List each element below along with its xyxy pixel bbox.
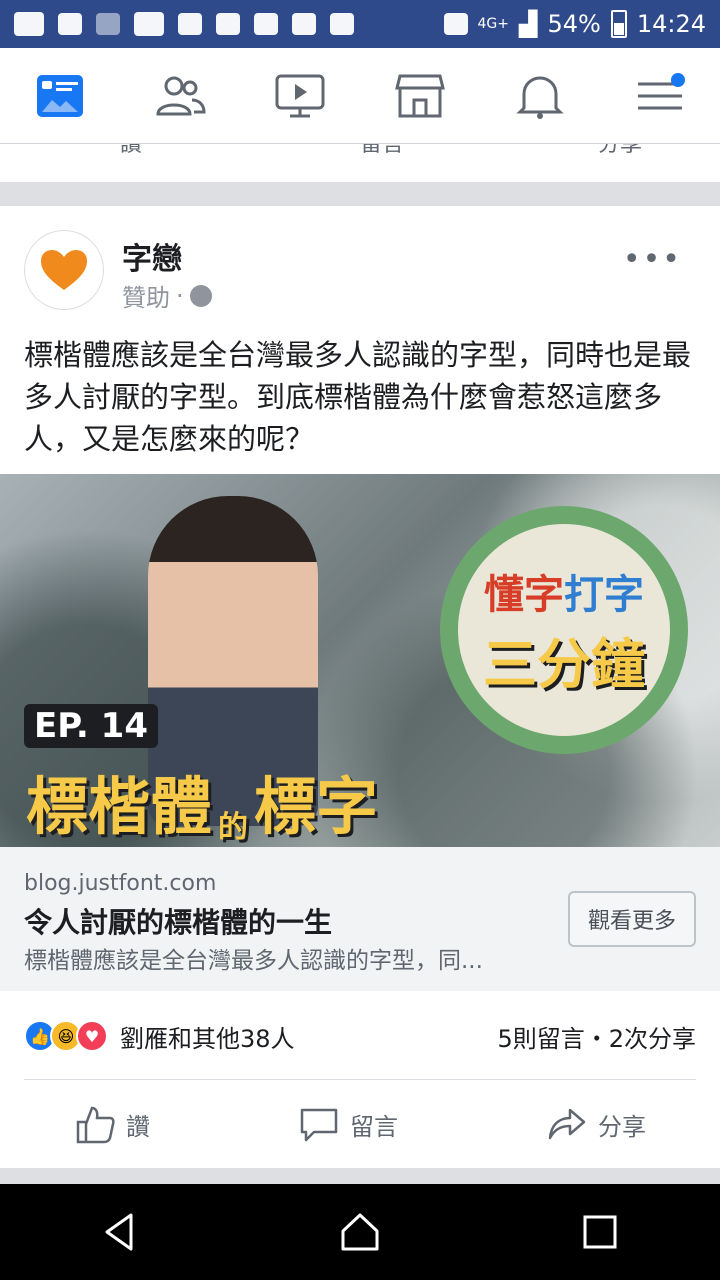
status-bar: 4G+ ▟ 54% 14:24 — [0, 0, 720, 48]
recents-icon[interactable] — [579, 1211, 621, 1253]
reader-icon — [58, 13, 82, 35]
episode-label: EP. 14 — [24, 704, 158, 748]
friends-tab[interactable] — [145, 61, 215, 131]
post-actions: 讚 留言 分享 — [0, 1102, 720, 1146]
post-header: 字戀 贊助 · ••• — [24, 230, 696, 316]
series-badge: 懂字打字 三分鐘 — [440, 506, 688, 754]
globe-icon — [189, 284, 212, 307]
separator-dot: · — [176, 281, 184, 310]
page-name[interactable]: 字戀 — [122, 234, 182, 278]
facebook-nav — [0, 48, 720, 144]
badge-top-red: 懂字 — [484, 571, 564, 618]
sponsored-label[interactable]: 贊助 — [122, 278, 170, 313]
back-icon[interactable] — [99, 1211, 141, 1253]
gallery-icon — [178, 13, 202, 35]
share-button[interactable]: 分享 — [546, 1102, 646, 1146]
share-icon — [548, 1108, 586, 1140]
clock: 14:24 — [636, 10, 706, 38]
android-nav-bar — [0, 1184, 720, 1280]
love-reaction-icon: ♥ — [76, 1020, 108, 1052]
post-text: 標楷體應該是全台灣最多人認識的字型，同時也是最多人討厭的字型。到底標楷體為什麼會… — [24, 338, 692, 456]
nfc-icon — [330, 13, 354, 35]
badge-top-blue: 打字 — [564, 571, 644, 618]
sponsored-post: 字戀 贊助 · ••• 標楷體應該是全台灣最多人認識的字型，同時也是最多人討厭的… — [0, 206, 720, 1168]
news-feed-icon — [37, 74, 83, 117]
link-preview[interactable]: blog.justfont.com 令人討厭的標楷體的一生 標楷體應該是全台灣最… — [0, 847, 720, 991]
reactions-bar[interactable]: 👍 😆 ♥ 劉雁和其他38人 5則留言・2次分享 — [24, 1014, 696, 1058]
page-avatar[interactable] — [24, 230, 104, 310]
like-label: 讚 — [126, 1112, 150, 1141]
friends-icon — [156, 76, 206, 115]
see-more-button[interactable]: 觀看更多 — [568, 891, 696, 947]
download-icon — [254, 13, 278, 35]
video-title-small: 的 — [218, 810, 249, 845]
menu-tab[interactable] — [625, 61, 695, 131]
comment-label: 留言 — [350, 1112, 398, 1141]
reactor-names[interactable]: 劉雁和其他38人 — [120, 1019, 295, 1054]
prev-like-button[interactable]: 讚 — [120, 144, 142, 158]
notifications-tab[interactable] — [505, 61, 575, 131]
ex-icon — [96, 13, 120, 35]
more-options-button[interactable]: ••• — [623, 242, 682, 277]
video-title-part1: 標楷體 — [26, 770, 213, 843]
link-description: 標楷體應該是全台灣最多人認識的字型，同... — [24, 948, 483, 974]
divider — [24, 1079, 696, 1080]
video-title-part2: 標字 — [254, 770, 379, 843]
heart-icon — [41, 250, 87, 290]
prev-comment-button[interactable]: 留言 — [360, 144, 404, 158]
menu-notification-dot — [671, 72, 685, 87]
marketplace-icon — [395, 74, 445, 117]
sponsored-line: 贊助 · — [122, 278, 212, 313]
screen: { "status_bar": { "signal_type": "4G+", … — [0, 0, 720, 1280]
comment-icon — [300, 1108, 338, 1142]
comment-button[interactable]: 留言 — [298, 1102, 398, 1146]
notification-icon — [14, 12, 44, 36]
notification-icons — [14, 12, 354, 36]
badge-top-text: 懂字打字 — [484, 562, 644, 620]
youtube-icon — [134, 12, 164, 36]
news-feed-tab[interactable] — [25, 61, 95, 131]
battery-icon — [610, 10, 627, 38]
home-icon[interactable] — [339, 1211, 381, 1253]
video-title: 標楷體 的 標字 — [26, 756, 378, 846]
marketplace-tab[interactable] — [385, 61, 455, 131]
link-domain: blog.justfont.com — [24, 871, 217, 896]
badge-bottom-text: 三分鐘 — [483, 632, 645, 696]
system-icons: 4G+ ▟ 54% 14:24 — [443, 10, 706, 38]
vibrate-icon — [443, 13, 468, 35]
prev-share-button[interactable]: 分享 — [598, 144, 642, 158]
comment-share-count[interactable]: 5則留言・2次分享 — [497, 1019, 696, 1054]
share-label: 分享 — [598, 1112, 646, 1141]
previous-post-actions: 讚 留言 分享 — [0, 144, 720, 182]
thumbs-up-icon — [76, 1106, 115, 1144]
like-button[interactable]: 讚 — [74, 1102, 150, 1146]
signal-type: 4G+ — [477, 16, 510, 32]
signal-icon: ▟ — [519, 10, 538, 38]
plus-icon — [216, 13, 240, 35]
watch-tab[interactable] — [265, 61, 335, 131]
bell-icon — [516, 75, 564, 119]
post-image[interactable]: 懂字打字 三分鐘 EP. 14 標楷體 的 標字 — [0, 474, 720, 847]
battery-percent: 54% — [547, 10, 601, 38]
link-title: 令人討厭的標楷體的一生 — [24, 906, 333, 939]
twitter-icon — [292, 13, 316, 35]
watch-icon — [275, 74, 325, 117]
